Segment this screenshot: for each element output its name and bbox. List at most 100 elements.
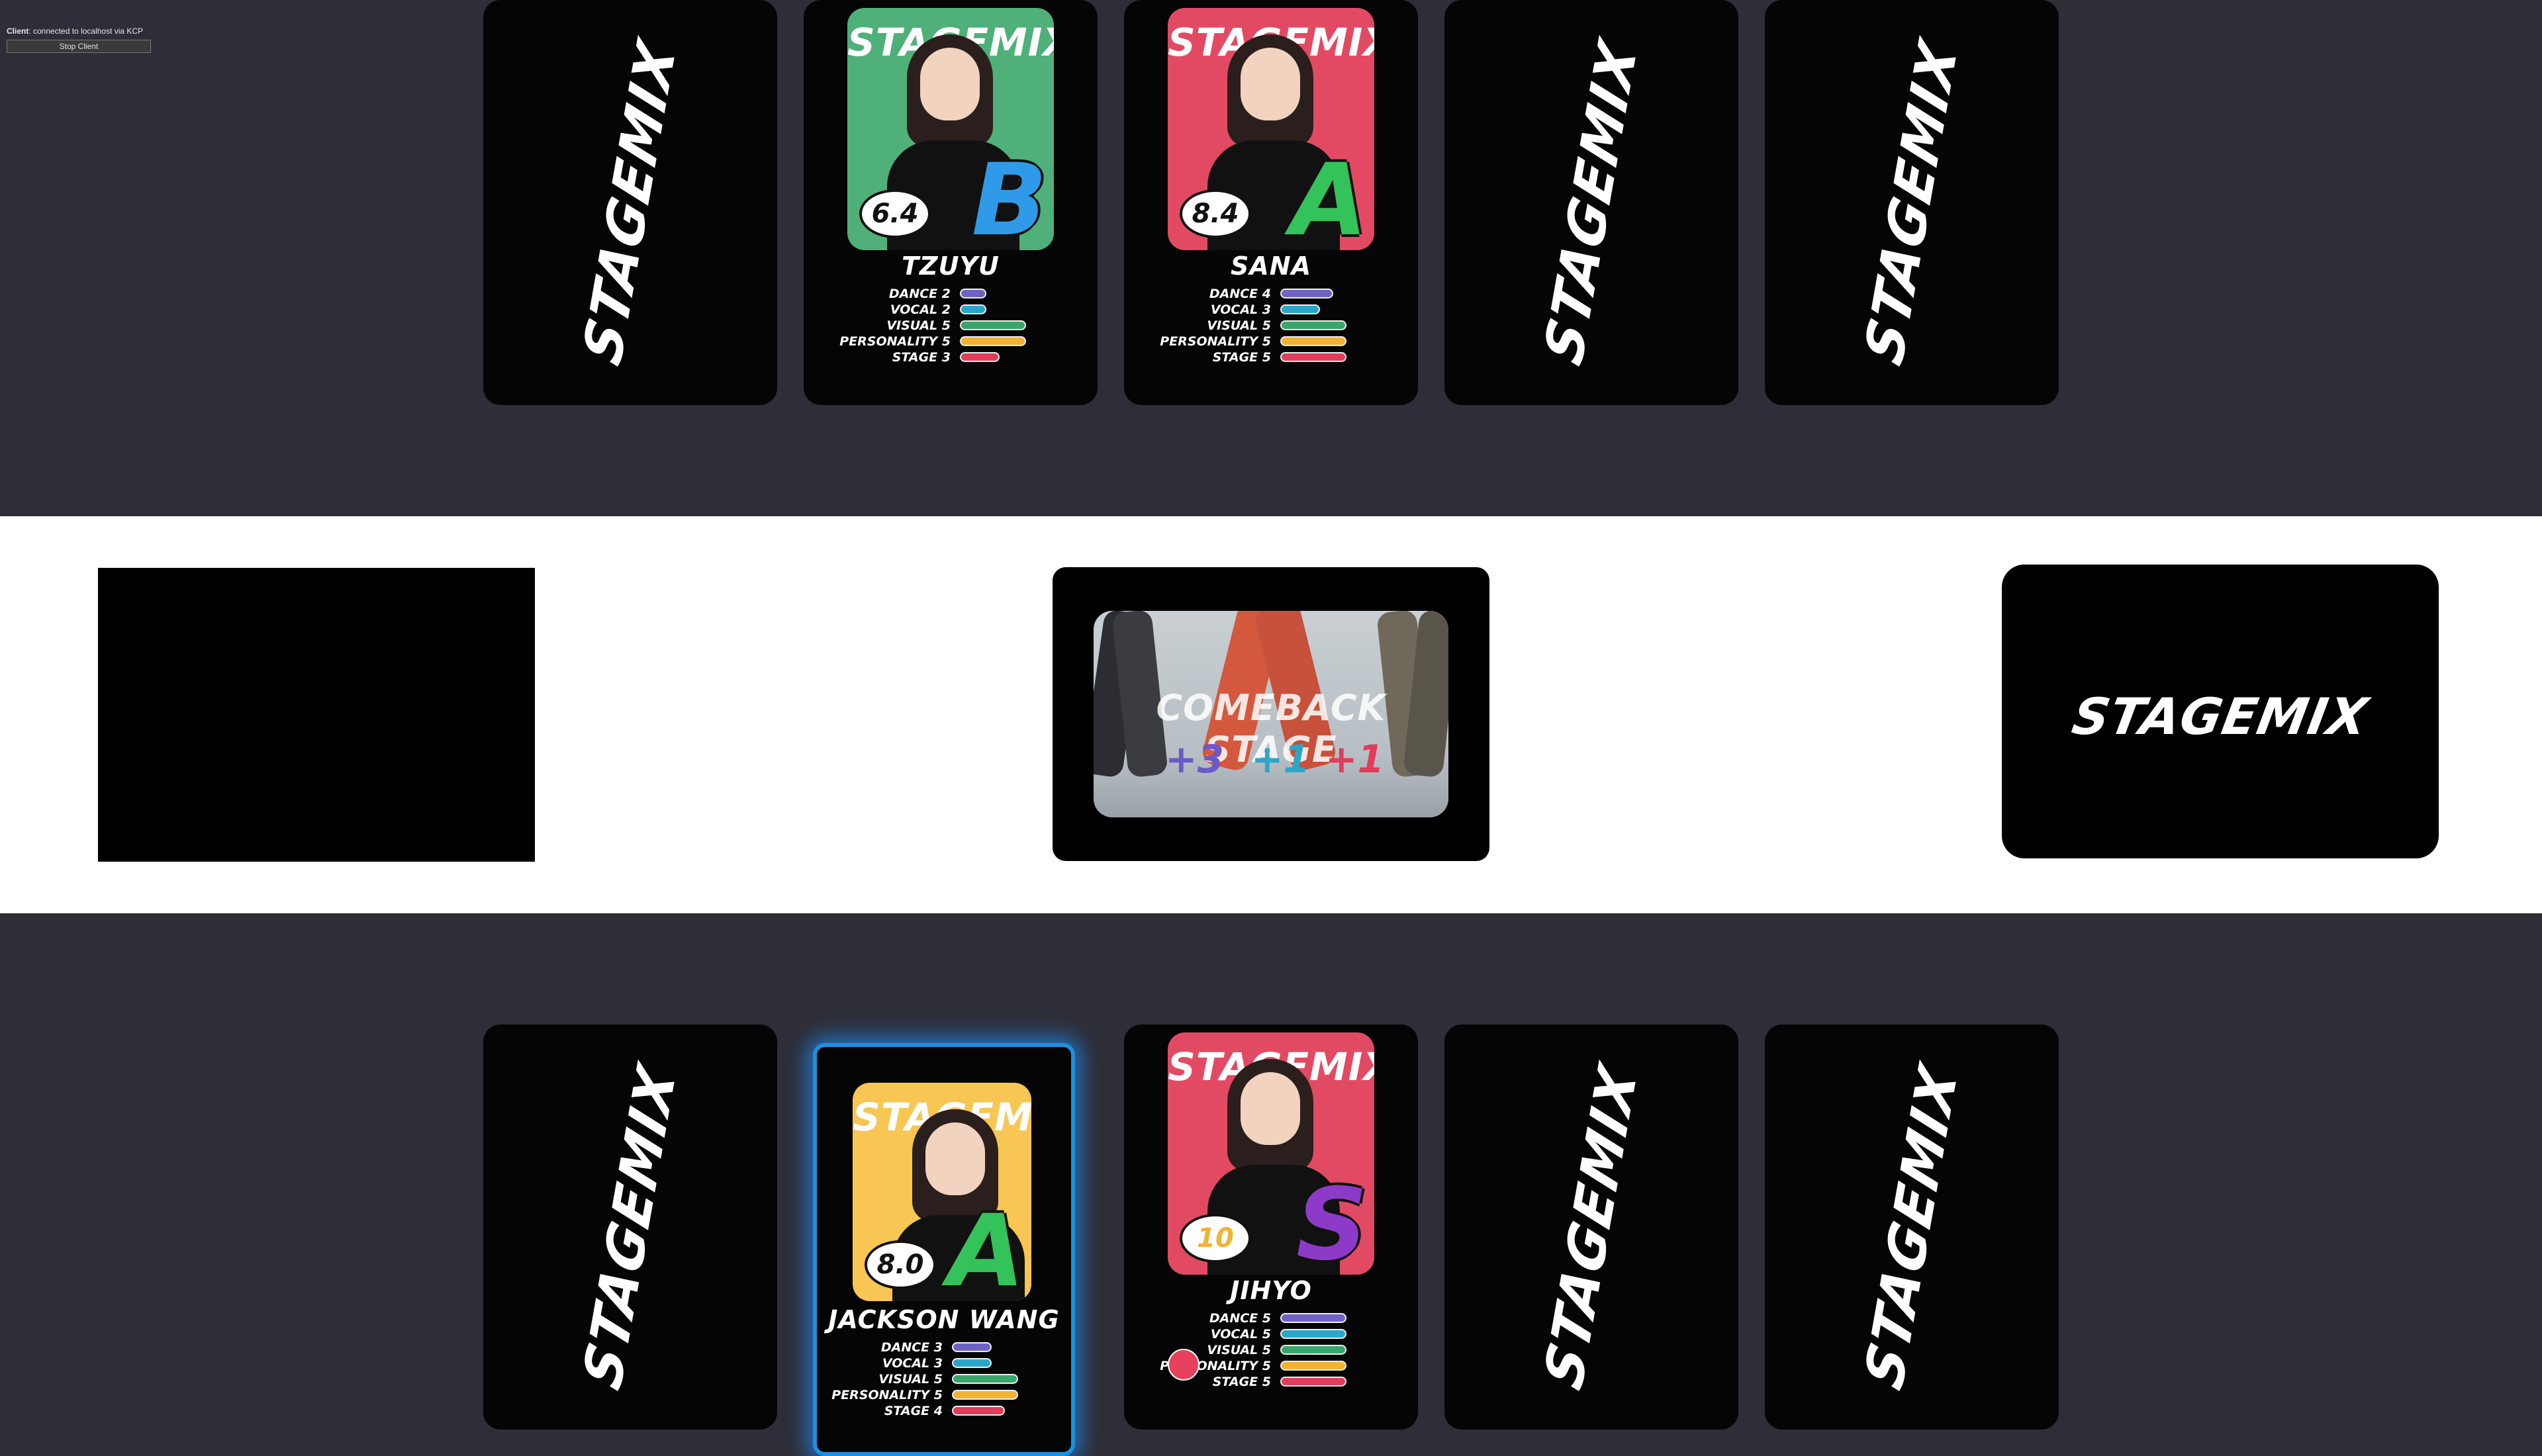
opponent-card-sana[interactable]: STAGEMIX8.4ASANADANCE 4VOCAL 3VISUAL 5PE…	[1124, 0, 1418, 405]
stat-label: STAGE 3	[892, 350, 951, 365]
idol-face	[1241, 1072, 1300, 1145]
stat-row: VISUAL 5	[1124, 1342, 1418, 1358]
idol-name: SANA	[1231, 251, 1311, 281]
stat-label: VISUAL 5	[1207, 318, 1271, 333]
stat-bar	[952, 1406, 1005, 1416]
stat-bar	[1280, 352, 1346, 362]
stage-bonus-vocal: +1	[1251, 737, 1310, 782]
idol-portrait: STAGEMIX6.4B	[847, 8, 1054, 250]
stat-row: DANCE 3	[817, 1340, 1071, 1355]
stage-artwork: COMEBACK STAGE +3 +1 +1	[1094, 611, 1448, 817]
stat-label: VOCAL 3	[1210, 302, 1271, 317]
player-card-jihyo[interactable]: STAGEMIX10SJIHYODANCE 5VOCAL 5VISUAL 5PE…	[1124, 1024, 1418, 1430]
stat-label: STAGE 4	[884, 1404, 943, 1418]
stat-bar	[960, 289, 986, 298]
opponent-card-tzuyu[interactable]: STAGEMIX6.4BTZUYUDANCE 2VOCAL 2VISUAL 5P…	[804, 0, 1098, 405]
stat-label: VOCAL 5	[1210, 1327, 1271, 1342]
client-status-panel: Client: connected to localhost via KCP S…	[7, 26, 152, 53]
stat-bar	[1280, 1377, 1346, 1387]
idol-face	[920, 48, 980, 120]
stat-bar	[960, 336, 1026, 346]
stat-bar	[1280, 1361, 1346, 1371]
idol-name: JACKSON WANG	[828, 1305, 1060, 1334]
player-token	[1168, 1349, 1200, 1381]
stat-label: DANCE 4	[1209, 287, 1271, 301]
stat-label: VOCAL 2	[890, 302, 951, 317]
stat-list: DANCE 5 VOCAL 5 VISUAL 5 PERSONALITY 5 STAGE…	[1124, 1310, 1418, 1390]
idol-face	[925, 1122, 985, 1195]
stat-bar	[1280, 289, 1333, 298]
grade-letter: B	[971, 143, 1047, 250]
stat-label: STAGE 5	[1212, 1375, 1271, 1389]
stat-row: STAGE 5	[1124, 349, 1418, 365]
stop-client-button[interactable]: Stop Client	[7, 40, 151, 53]
idol-portrait: STAGEMIX8.0A	[853, 1083, 1031, 1301]
stat-label: DANCE 5	[1209, 1311, 1271, 1326]
card-back-brand-logo: STAGEMIX	[572, 1056, 688, 1398]
stat-row: STAGE 4	[817, 1403, 1071, 1419]
stat-list: DANCE 3 VOCAL 3 VISUAL 5 PERSONALITY 5 STAGE…	[817, 1340, 1071, 1419]
card-back-brand-logo: STAGEMIX	[1533, 1056, 1650, 1398]
stat-label: PERSONALITY 5	[839, 334, 951, 349]
score-bubble: 10	[1180, 1214, 1251, 1263]
stat-row: VOCAL 5	[1124, 1326, 1418, 1342]
player-card-facedown[interactable]: STAGEMIX	[483, 1024, 777, 1430]
opponent-card-facedown[interactable]: STAGEMIX	[1765, 0, 2059, 405]
stat-row: DANCE 2	[804, 286, 1098, 302]
stat-label: DANCE 3	[880, 1340, 943, 1355]
stat-row: VOCAL 3	[817, 1355, 1071, 1371]
stat-row: VISUAL 5	[1124, 318, 1418, 334]
stat-row: VISUAL 5	[804, 318, 1098, 334]
grade-letter: A	[1290, 143, 1368, 250]
stat-bar	[952, 1342, 992, 1352]
stage-card[interactable]: COMEBACK STAGE +3 +1 +1	[1053, 567, 1489, 861]
stat-row: PERSONALITY 5	[804, 334, 1098, 349]
stat-row: DANCE 5	[1124, 1310, 1418, 1326]
grade-letter: A	[947, 1194, 1025, 1301]
idol-face	[1241, 48, 1300, 120]
stat-row: PERSONALITY 5	[1124, 334, 1418, 349]
stat-row: STAGE 3	[804, 349, 1098, 365]
player-card-jackson-wang[interactable]: STAGEMIX8.0A JACKSON WANG DANCE 3VOCAL 3VI…	[813, 1043, 1075, 1456]
stat-row: DANCE 4	[1124, 286, 1418, 302]
score-bubble: 8.4	[1180, 189, 1251, 238]
stat-label: DANCE 2	[888, 287, 951, 301]
stat-bar	[1280, 304, 1320, 314]
stat-bar	[1280, 1345, 1346, 1355]
card-back-brand-logo: STAGEMIX	[572, 32, 688, 373]
client-status-text: Client: connected to localhost via KCP	[7, 26, 152, 36]
stat-label: VISUAL 5	[1207, 1343, 1271, 1357]
idol-name: TZUYU	[902, 251, 1000, 281]
stat-list: DANCE 2 VOCAL 2 VISUAL 5 PERSONALITY 5 STAGE…	[804, 286, 1098, 365]
player-card-facedown[interactable]: STAGEMIX	[1765, 1024, 2059, 1430]
client-connection-status: : connected to localhost via KCP	[28, 26, 144, 36]
opponent-card-facedown[interactable]: STAGEMIX	[1444, 0, 1738, 405]
stat-label: PERSONALITY 5	[831, 1388, 943, 1402]
stage-bonus-stage: +1	[1325, 737, 1384, 782]
stat-row: VOCAL 3	[1124, 302, 1418, 318]
stat-bar	[952, 1358, 992, 1368]
grade-letter: S	[1295, 1167, 1368, 1275]
stat-label: VISUAL 5	[886, 318, 951, 333]
stage-bonus-dance: +3	[1165, 737, 1224, 782]
player-card-facedown[interactable]: STAGEMIX	[1444, 1024, 1738, 1430]
stat-bar	[960, 352, 1000, 362]
discard-slot[interactable]	[98, 568, 535, 862]
stat-label: VISUAL 5	[878, 1372, 943, 1387]
score-bubble: 6.4	[859, 189, 931, 238]
stat-label: PERSONALITY 5	[1160, 334, 1271, 349]
stat-row: PERSONALITY 5	[817, 1387, 1071, 1403]
stat-bar	[952, 1390, 1018, 1400]
stat-row: STAGE 5	[1124, 1374, 1418, 1390]
score-bubble: 8.0	[865, 1240, 936, 1289]
stat-bar	[952, 1374, 1018, 1384]
client-label: Client	[7, 26, 29, 36]
stat-label: VOCAL 3	[882, 1356, 943, 1371]
card-back-brand-logo: STAGEMIX	[1854, 1056, 1970, 1398]
draw-deck[interactable]: STAGEMIX	[2002, 565, 2439, 858]
stat-bar	[960, 320, 1026, 330]
opponent-card-facedown[interactable]: STAGEMIX	[483, 0, 777, 405]
idol-portrait: STAGEMIX10S	[1168, 1032, 1374, 1275]
stat-bar	[960, 304, 986, 314]
card-back-brand-logo: STAGEMIX	[1533, 32, 1650, 373]
